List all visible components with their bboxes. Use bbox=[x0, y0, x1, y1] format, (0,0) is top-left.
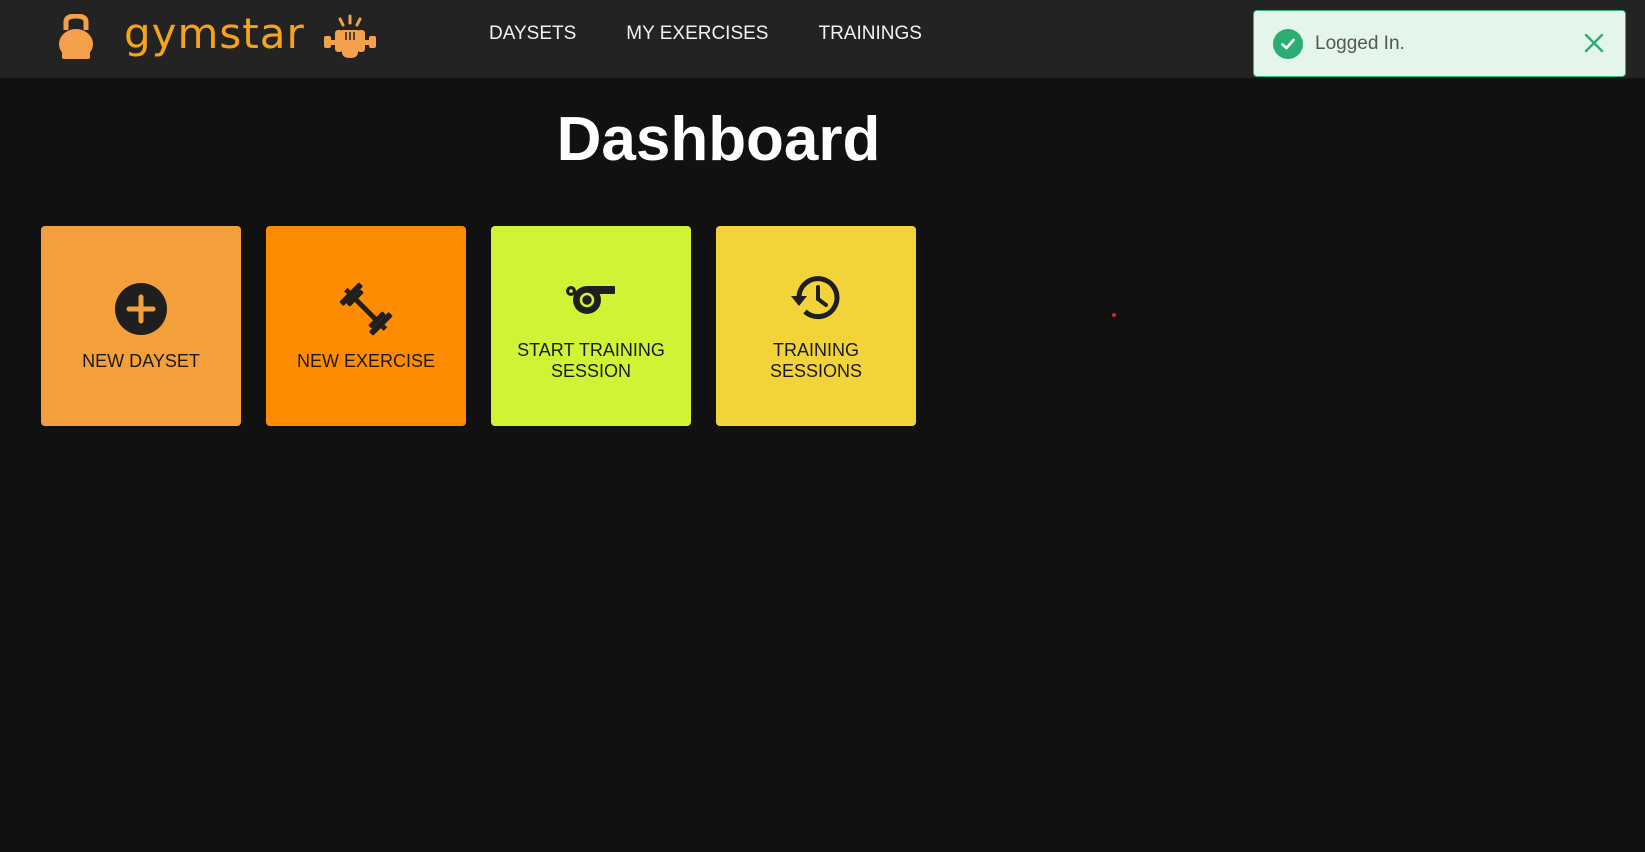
tile-label: NEW DAYSET bbox=[82, 350, 200, 371]
main-nav: DAYSETS MY EXERCISES TRAININGS bbox=[489, 22, 972, 46]
kettlebell-icon bbox=[59, 14, 93, 59]
fist-icon bbox=[323, 14, 376, 58]
nav-link-my-exercises[interactable]: MY EXERCISES bbox=[626, 22, 768, 46]
brand-name: gymstar bbox=[124, 9, 305, 58]
success-toast: Logged In. bbox=[1253, 10, 1626, 77]
plus-circle-icon bbox=[115, 282, 167, 335]
tile-label: START TRAINING SESSION bbox=[517, 340, 665, 381]
dashboard-tiles: NEW DAYSET NEW EXERCISE START TRAINING S… bbox=[41, 226, 941, 426]
history-icon bbox=[791, 276, 840, 320]
dumbbell-icon bbox=[339, 282, 393, 335]
new-exercise-tile[interactable]: NEW EXERCISE bbox=[266, 226, 466, 426]
toast-message: Logged In. bbox=[1315, 32, 1405, 54]
close-icon[interactable] bbox=[1581, 30, 1607, 56]
whistle-icon bbox=[566, 286, 615, 314]
start-training-session-tile[interactable]: START TRAINING SESSION bbox=[491, 226, 691, 426]
tile-label: NEW EXERCISE bbox=[296, 350, 436, 371]
page-title: Dashboard bbox=[556, 105, 881, 174]
cursor-indicator bbox=[1112, 313, 1116, 317]
nav-link-daysets[interactable]: DAYSETS bbox=[489, 22, 576, 46]
brand-logo[interactable]: gymstar bbox=[56, 12, 377, 62]
check-circle-icon bbox=[1273, 28, 1303, 59]
tile-label: TRAINING SESSIONS bbox=[769, 340, 863, 381]
nav-link-trainings[interactable]: TRAININGS bbox=[818, 22, 921, 46]
new-dayset-tile[interactable]: NEW DAYSET bbox=[41, 226, 241, 426]
training-sessions-tile[interactable]: TRAINING SESSIONS bbox=[716, 226, 916, 426]
